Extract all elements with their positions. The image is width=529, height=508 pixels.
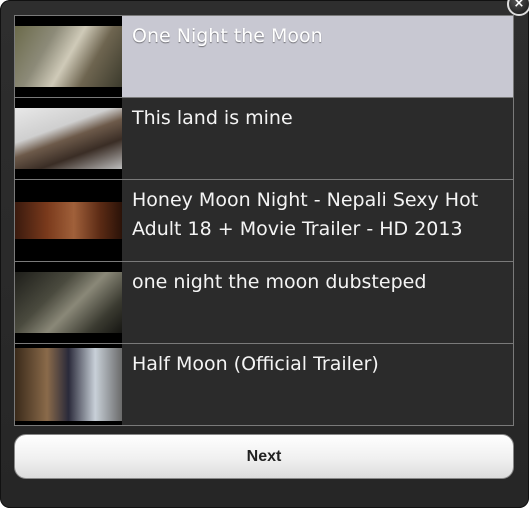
video-title: Half Moon (Official Trailer) [132,353,379,375]
video-thumbnail [15,98,122,179]
video-title: This land is mine [132,107,293,129]
video-list: One Night the Moon This land is mine Hon… [14,15,514,426]
video-item[interactable]: One Night the Moon [15,16,513,98]
video-item[interactable]: Honey Moon Night - Nepali Sexy Hot Adult… [15,180,513,262]
video-title: Honey Moon Night - Nepali Sexy Hot Adult… [132,189,479,240]
video-title: One Night the Moon [132,25,323,47]
video-thumbnail [15,344,122,425]
video-item[interactable]: Half Moon (Official Trailer) [15,344,513,426]
video-thumbnail [15,180,122,261]
close-icon[interactable]: × [507,0,529,16]
video-item[interactable]: This land is mine [15,98,513,180]
video-thumbnail [15,262,122,343]
video-thumbnail [15,16,122,97]
next-button[interactable]: Next [14,434,514,479]
video-list-popup: × One Night the Moon This land is mine H… [0,0,529,508]
video-item[interactable]: one night the moon dubsteped [15,262,513,344]
video-title: one night the moon dubsteped [132,271,427,293]
